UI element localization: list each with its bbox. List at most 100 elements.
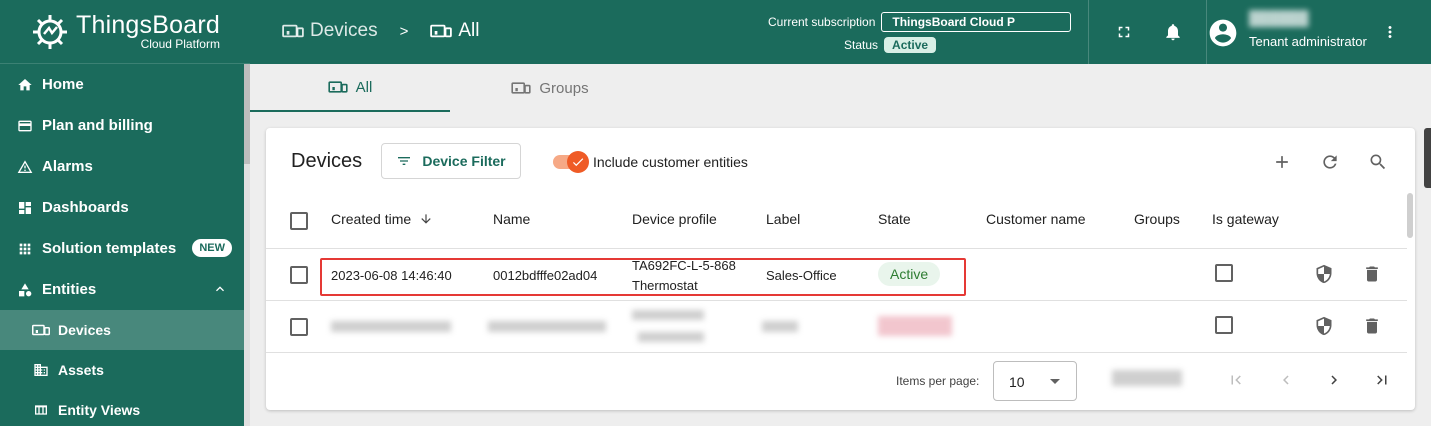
sidebar-item-devices[interactable]: Devices (0, 310, 244, 350)
next-page-icon[interactable] (1322, 368, 1346, 392)
logo[interactable]: ThingsBoard Cloud Platform (0, 0, 250, 64)
chevron-up-icon[interactable] (212, 281, 228, 301)
column-header-state[interactable]: State (878, 211, 911, 231)
tab-label: Groups (539, 79, 589, 97)
tab-bar: All Groups (250, 64, 1431, 112)
breadcrumb-all: All (458, 20, 480, 41)
items-per-page-value: 10 (1009, 374, 1025, 390)
redacted-state (878, 316, 952, 336)
page-scrollbar-thumb[interactable] (1424, 128, 1431, 188)
breadcrumb: Devices > All (282, 20, 479, 42)
notifications-icon[interactable] (1161, 20, 1185, 44)
redacted-device-profile (632, 310, 704, 320)
column-header-customer-name[interactable]: Customer name (986, 211, 1086, 231)
user-role: Tenant administrator (1249, 34, 1367, 49)
sidebar-item-solution-templates[interactable]: Solution templates NEW (0, 228, 244, 269)
sidebar-scrollbar[interactable] (244, 64, 250, 426)
is-gateway-checkbox[interactable] (1215, 316, 1233, 334)
warning-icon (16, 158, 34, 176)
devices-card: Devices Device Filter Include customer e… (266, 128, 1415, 410)
redacted-label (762, 321, 798, 332)
dropdown-arrow-icon (1050, 379, 1060, 384)
sidebar-nav: Home Plan and billing Alarms Dashboards … (0, 64, 244, 426)
redacted-name (488, 321, 606, 332)
devices-icon (328, 79, 348, 95)
apps-icon (16, 240, 34, 258)
column-header-is-gateway[interactable]: Is gateway (1212, 211, 1279, 231)
devices-icon (282, 22, 304, 40)
subscription-label: Current subscription (768, 15, 876, 29)
device-filter-button[interactable]: Device Filter (381, 143, 521, 179)
items-per-page-select[interactable]: 10 (993, 361, 1077, 401)
device-filter-label: Device Filter (422, 153, 506, 169)
devices-icon (511, 80, 531, 96)
tab-groups[interactable]: Groups (450, 64, 650, 112)
row-divider (266, 352, 1407, 353)
avatar-icon[interactable] (1206, 16, 1240, 50)
last-page-icon[interactable] (1370, 368, 1394, 392)
row-divider (266, 300, 1407, 301)
app-subtitle: Cloud Platform (140, 37, 220, 51)
sidebar-item-label: Alarms (42, 158, 93, 175)
delete-icon[interactable] (1360, 262, 1384, 286)
column-header-label[interactable]: Label (766, 211, 800, 231)
sidebar-item-home[interactable]: Home (0, 64, 244, 105)
add-icon[interactable] (1270, 150, 1294, 174)
more-vert-icon[interactable] (1378, 20, 1402, 44)
table-scrollbar[interactable] (1407, 193, 1413, 238)
first-page-icon[interactable] (1224, 368, 1248, 392)
top-header: Devices > All Current subscription Thing… (250, 0, 1431, 64)
tab-label: All (355, 78, 373, 96)
column-header-name[interactable]: Name (493, 211, 530, 231)
tab-all[interactable]: All (250, 64, 450, 112)
category-icon (16, 281, 34, 299)
row-checkbox[interactable] (290, 266, 308, 284)
header-divider (1088, 0, 1089, 64)
select-all-checkbox[interactable] (290, 212, 308, 230)
sidebar-item-alarms[interactable]: Alarms (0, 146, 244, 187)
sidebar-item-dashboards[interactable]: Dashboards (0, 187, 244, 228)
redacted-device-profile (638, 332, 704, 342)
search-icon[interactable] (1366, 150, 1390, 174)
view-icon (32, 401, 50, 419)
breadcrumb-separator: > (399, 22, 409, 40)
sidebar-item-label: Plan and billing (42, 117, 153, 134)
include-customer-toggle[interactable] (553, 151, 589, 173)
row-divider (266, 248, 1407, 249)
status-label: Status (844, 38, 879, 52)
sidebar-item-label: Assets (58, 362, 104, 378)
sidebar-item-plan-and-billing[interactable]: Plan and billing (0, 105, 244, 146)
user-name-redacted: ██████ (1249, 10, 1309, 26)
is-gateway-checkbox[interactable] (1215, 264, 1233, 282)
devices-icon (32, 321, 50, 339)
sidebar: ThingsBoard Cloud Platform Home Plan and… (0, 0, 250, 426)
sidebar-item-entities[interactable]: Entities (0, 269, 244, 310)
refresh-icon[interactable] (1318, 150, 1342, 174)
column-header-created-time[interactable]: Created time (331, 211, 433, 231)
fullscreen-icon[interactable] (1112, 20, 1136, 44)
new-badge: NEW (192, 239, 232, 257)
manage-credentials-icon[interactable] (1312, 262, 1336, 286)
dashboard-icon (16, 199, 34, 217)
sidebar-item-label: Entity Views (58, 402, 141, 418)
row-checkbox[interactable] (290, 318, 308, 336)
highlight-box (320, 258, 966, 296)
sidebar-item-label: Home (42, 76, 84, 93)
filter-list-icon (396, 153, 412, 169)
sidebar-item-assets[interactable]: Assets (0, 350, 244, 390)
breadcrumb-devices[interactable]: Devices (310, 20, 378, 42)
toggle-label: Include customer entities (593, 154, 748, 170)
thingsboard-logo-icon (33, 14, 67, 49)
manage-credentials-icon[interactable] (1312, 314, 1336, 338)
check-icon (567, 151, 589, 173)
sidebar-item-label: Solution templates (42, 240, 177, 257)
app-title: ThingsBoard (76, 11, 220, 39)
credit-card-icon (16, 117, 34, 135)
items-per-page-label: Items per page: (896, 374, 980, 388)
delete-icon[interactable] (1360, 314, 1384, 338)
sidebar-item-entity-views[interactable]: Entity Views (0, 390, 244, 426)
previous-page-icon[interactable] (1274, 368, 1298, 392)
sidebar-item-label: Devices (58, 322, 111, 338)
subscription-plan[interactable]: ThingsBoard Cloud P (881, 12, 1072, 32)
column-header-device-profile[interactable]: Device profile (632, 211, 717, 231)
